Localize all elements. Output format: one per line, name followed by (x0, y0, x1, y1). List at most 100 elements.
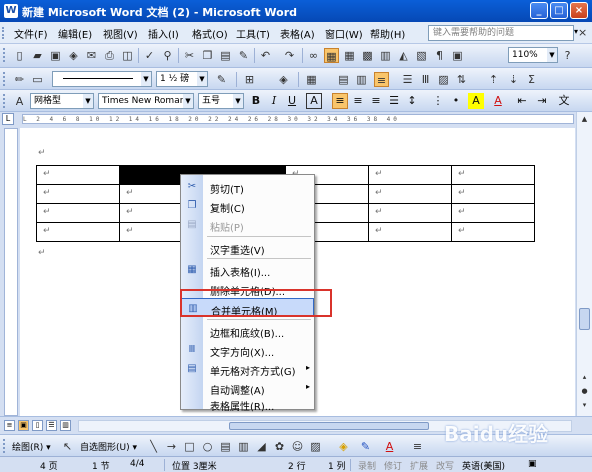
menu-edit[interactable]: 编辑(E) (58, 26, 92, 41)
browse-object-icon[interactable]: ● (579, 386, 590, 397)
rectangle-icon[interactable]: □ (182, 439, 197, 454)
chevron-down-icon[interactable]: ▼ (547, 48, 557, 62)
highlight-button[interactable]: A (468, 93, 484, 109)
fill-color-icon[interactable]: ◈ (336, 439, 351, 454)
new-icon[interactable]: ▯ (12, 48, 27, 63)
close-window-button[interactable]: × (570, 2, 588, 19)
oval-icon[interactable]: ○ (200, 439, 215, 454)
menu-window[interactable]: 窗口(W) (325, 26, 363, 41)
font-size-select[interactable]: 五号 ▼ (198, 93, 244, 109)
toolbar-grip[interactable] (3, 439, 6, 453)
menu-item-cut[interactable]: ✂ 剪切(T) (181, 177, 314, 196)
permission-icon[interactable]: ◈ (66, 48, 81, 63)
picture-icon[interactable]: ▨ (308, 439, 323, 454)
table-cell[interactable]: ↵ (451, 184, 535, 204)
show-hide-icon[interactable]: ¶ (432, 48, 447, 63)
format-painter-icon[interactable]: ✎ (236, 48, 251, 63)
outline-view-icon[interactable]: ☰ (46, 420, 57, 431)
wordart-icon[interactable]: ◢ (254, 439, 269, 454)
arrow-icon[interactable]: → (164, 439, 179, 454)
chevron-down-icon[interactable]: ▼ (141, 72, 151, 86)
normal-view-icon[interactable]: ≡ (4, 420, 15, 431)
menu-format[interactable]: 格式(O) (192, 26, 228, 41)
menubar-grip[interactable] (2, 27, 6, 39)
bullets-icon[interactable]: • (448, 93, 464, 109)
line-style-icon[interactable]: ≡ (410, 439, 425, 454)
reading-layout-icon[interactable]: ▥ (60, 420, 71, 431)
underline-button[interactable]: U (284, 93, 300, 109)
zoom-select[interactable]: 110% ▼ (508, 47, 558, 63)
table-cell[interactable]: ↵ (36, 165, 120, 185)
menu-item-reconversion[interactable]: 汉字重选(V) (181, 238, 314, 257)
status-extend[interactable]: 扩展 (410, 459, 428, 472)
chevron-down-icon[interactable]: ▼ (83, 94, 93, 108)
insert-table-icon[interactable]: ▦ (342, 48, 357, 63)
scroll-up-icon[interactable]: ▲ (579, 114, 590, 125)
scroll-thumb[interactable] (229, 422, 429, 430)
line-weight-select[interactable]: 1 ½ 磅 ▼ (156, 71, 208, 87)
autoformat-icon[interactable]: ▨ (436, 72, 451, 87)
table-cell[interactable]: ↵ (368, 222, 452, 242)
research-icon[interactable]: ⚲ (160, 48, 175, 63)
textbox-icon[interactable]: ▤ (218, 439, 233, 454)
borders-icon[interactable]: ⊞ (242, 72, 257, 87)
tab-selector-icon[interactable]: L (2, 113, 14, 125)
help-search-input[interactable]: 键入需要帮助的问题 (428, 25, 574, 41)
draw-table-icon[interactable]: ✏ (12, 72, 27, 87)
align-left-icon[interactable]: ≡ (332, 93, 348, 109)
numbering-icon[interactable]: ⋮ (430, 93, 446, 109)
font-select[interactable]: Times New Roman ▼ (98, 93, 194, 109)
cut-icon[interactable]: ✂ (182, 48, 197, 63)
align-icon[interactable]: ≡ (374, 72, 389, 87)
undo-icon[interactable]: ↶ (258, 48, 273, 63)
increase-indent-icon[interactable]: ⇥ (534, 93, 550, 109)
line-spacing-icon[interactable]: ↕ (404, 93, 420, 109)
table-cell[interactable]: ↵ (451, 222, 535, 242)
paste-icon[interactable]: ▤ (218, 48, 233, 63)
line-style-select[interactable]: ▼ (52, 71, 152, 87)
chevron-down-icon[interactable]: ▼ (233, 94, 243, 108)
menu-item-insert-table[interactable]: ▦ 插入表格(I)... (181, 260, 314, 279)
table-cell[interactable]: ↵ (36, 222, 120, 242)
drawing-icon[interactable]: ◭ (396, 48, 411, 63)
close-document-icon[interactable]: × (578, 26, 587, 39)
italic-button[interactable]: I (266, 93, 282, 109)
border-color-icon[interactable]: ✎ (214, 72, 229, 87)
redo-icon[interactable]: ↷ (282, 48, 297, 63)
menu-item-borders-shading[interactable]: 边框和底纹(B)... (181, 321, 314, 340)
open-icon[interactable]: ▰ (30, 48, 45, 63)
distribute-columns-icon[interactable]: Ⅲ (418, 72, 433, 87)
font-color-icon[interactable]: A (382, 439, 397, 454)
ruler-scale[interactable]: L 2 4 6 8 10 12 14 16 18 20 22 24 26 28 … (22, 114, 574, 124)
menu-table[interactable]: 表格(A) (280, 26, 315, 41)
table-cell[interactable]: ↵ (451, 203, 535, 223)
previous-page-icon[interactable]: ▴ (579, 372, 590, 383)
decrease-indent-icon[interactable]: ⇤ (514, 93, 530, 109)
vertical-ruler[interactable] (4, 128, 18, 416)
line-icon[interactable]: ╲ (146, 439, 161, 454)
bold-button[interactable]: B (248, 93, 264, 109)
vertical-textbox-icon[interactable]: ▥ (236, 439, 251, 454)
menu-item-table-properties[interactable]: 表格属性(R)... (181, 394, 314, 413)
maximize-button[interactable]: □ (550, 2, 568, 19)
columns-icon[interactable]: ▥ (378, 48, 393, 63)
web-layout-icon[interactable]: ▣ (18, 420, 29, 431)
copy-icon[interactable]: ❐ (200, 48, 215, 63)
tables-borders-icon[interactable]: ▦ (324, 48, 339, 63)
read-icon[interactable]: ▣ (450, 48, 465, 63)
hyperlink-icon[interactable]: ∞ (306, 48, 321, 63)
status-record[interactable]: 录制 (358, 459, 376, 472)
align-right-icon[interactable]: ≡ (368, 93, 384, 109)
justify-icon[interactable]: ☰ (386, 93, 402, 109)
table-cell[interactable]: ↵ (368, 184, 452, 204)
chevron-down-icon[interactable]: ▼ (197, 72, 207, 86)
scroll-thumb[interactable] (579, 308, 590, 330)
sort-ascending-icon[interactable]: ⇡ (486, 72, 501, 87)
eraser-icon[interactable]: ▭ (30, 72, 45, 87)
diagram-icon[interactable]: ✿ (272, 439, 287, 454)
menu-view[interactable]: 视图(V) (103, 26, 138, 41)
table-cell[interactable]: ↵ (36, 203, 120, 223)
autoshapes-button[interactable]: 自选图形(U) ▾ (80, 440, 137, 453)
print-layout-icon[interactable]: ▯ (32, 420, 43, 431)
select-objects-icon[interactable]: ↖ (60, 439, 75, 454)
